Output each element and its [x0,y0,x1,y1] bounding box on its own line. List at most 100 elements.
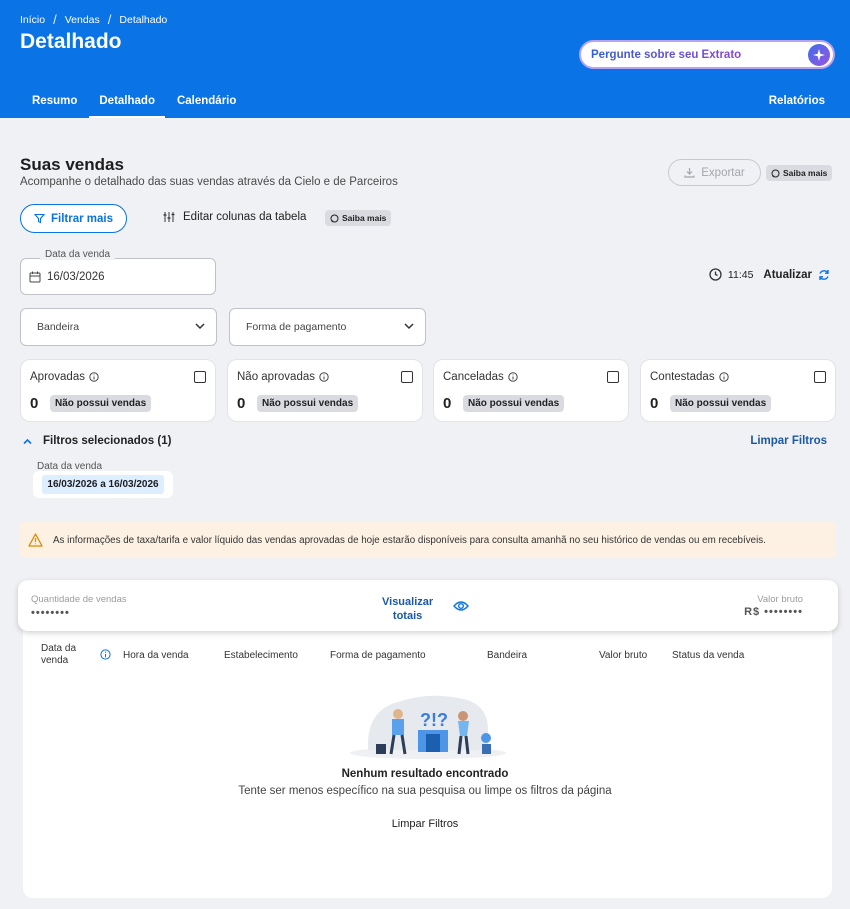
info-icon[interactable] [508,372,518,382]
refresh-button[interactable]: Atualizar [763,269,812,281]
clock-icon [709,268,722,281]
visualize-line: totais [392,610,423,622]
chat-icon [771,169,780,177]
edit-columns-label: Editar colunas da tabela [183,211,307,223]
sparkle-icon[interactable] [808,44,830,66]
forma-pagamento-select[interactable]: Forma de pagamento [229,308,426,346]
export-label: Exportar [701,166,745,179]
breadcrumb-separator: / [107,12,112,27]
selected-filter-value: 16/03/2026 a 16/03/2026 [42,475,164,494]
date-field-label: Data da venda [40,249,116,260]
date-value: 16/03/2026 [47,270,105,283]
column-header[interactable]: Status da venda [672,650,744,661]
gross-label: Valor bruto [757,594,803,605]
breadcrumb-separator: / [53,12,57,27]
tab-detalhado[interactable]: Detalhado [89,86,165,118]
page-title: Detalhado [20,30,122,53]
last-update-time: 11:45 [727,268,754,281]
status-card-title: Aprovadas [30,371,85,383]
info-icon[interactable] [89,372,99,382]
clear-filters-link[interactable]: Limpar Filtros [750,435,827,447]
status-checkbox[interactable] [194,371,206,383]
status-note: Não possui vendas [257,395,359,412]
visualize-totals-button[interactable]: Visualizar totais [382,595,433,623]
saiba-mais-chip[interactable]: Saiba mais [766,165,833,181]
saiba-mais-chip[interactable]: Saiba mais [325,210,392,226]
totals-bar: Quantidade de vendas •••••••• Visualizar… [18,580,838,631]
column-header[interactable]: Forma de pagamento [330,650,426,661]
download-icon [684,168,695,178]
tab-resumo[interactable]: Resumo [22,86,87,118]
edit-columns-button[interactable]: Editar colunas da tabela [163,211,306,223]
selected-filter-chip[interactable]: 16/03/2026 a 16/03/2026 [33,471,173,498]
status-count: 0 [443,395,452,412]
page-header: Início / Vendas / Detalhado Detalhado Pe… [0,0,850,118]
status-card-contestadas: Contestadas 0 Não possui vendas [640,359,836,422]
tab-relatorios[interactable]: Relatórios [769,95,825,107]
chevron-down-icon [195,323,205,330]
status-card-title: Canceladas [443,371,504,383]
status-card-canceladas: Canceladas 0 Não possui vendas [433,359,629,422]
saiba-mais-label: Saiba mais [342,213,387,223]
section-title: Suas vendas [20,155,124,174]
empty-state-clear-button[interactable]: Limpar Filtros [0,818,850,830]
filter-more-button[interactable]: Filtrar mais [20,204,127,233]
section-subtitle: Acompanhe o detalhado das suas vendas at… [20,176,398,188]
tab-calendario[interactable]: Calendário [167,86,246,118]
warning-banner: As informações de taxa/tarifa e valor lí… [20,522,836,558]
column-header[interactable]: Hora da venda [123,650,189,661]
chevron-up-icon [23,438,32,444]
tabs: Resumo Detalhado Calendário [22,86,248,118]
qty-label: Quantidade de vendas [31,594,127,605]
column-header[interactable]: Valor bruto [599,650,647,661]
status-count: 0 [650,395,659,412]
calendar-icon [29,271,41,282]
status-card-title: Não aprovadas [237,371,315,383]
status-checkbox[interactable] [401,371,413,383]
filter-icon [34,213,45,224]
status-card-nao-aprovadas: Não aprovadas 0 Não possui vendas [227,359,423,422]
warning-icon [28,533,43,547]
empty-state-subtitle: Tente ser menos específico na sua pesqui… [238,785,612,797]
export-button[interactable]: Exportar [668,159,761,186]
empty-state-illustration: ?!? [350,695,506,759]
selected-filters-toggle[interactable]: Filtros selecionados (1) [22,435,171,447]
info-icon[interactable] [319,372,329,382]
chevron-down-icon [404,323,414,330]
status-checkbox[interactable] [814,371,826,383]
column-header[interactable]: Data da venda [41,643,86,667]
refresh-icon[interactable] [818,269,830,281]
visualize-line: Visualizar [382,596,434,608]
date-field[interactable]: 16/03/2026 [20,258,216,295]
warning-text: As informações de taxa/tarifa e valor lí… [53,534,766,546]
breadcrumb-inicio[interactable]: Início [20,14,45,26]
filter-more-label: Filtrar mais [51,212,113,225]
info-icon[interactable] [718,372,729,382]
svg-text:?!?: ?!? [420,710,448,730]
ask-extrato-placeholder: Pergunte sobre seu Extrato [591,48,742,61]
refresh-area: 11:45 Atualizar [709,268,830,281]
column-header[interactable]: Bandeira [487,650,527,661]
bandeira-select[interactable]: Bandeira [20,308,217,346]
status-card-aprovadas: Aprovadas 0 Não possui vendas [20,359,216,422]
bandeira-select-value: Bandeira [37,321,80,333]
column-header[interactable]: Estabelecimento [224,650,298,661]
status-card-title: Contestadas [650,371,715,383]
columns-settings-icon [163,212,175,222]
saiba-mais-label: Saiba mais [783,168,828,178]
status-note: Não possui vendas [463,395,565,412]
eye-icon[interactable] [453,600,469,612]
breadcrumb-vendas[interactable]: Vendas [65,14,100,26]
status-count: 0 [30,395,39,412]
empty-state-title: Nenhum resultado encontrado [341,768,509,780]
forma-pagamento-select-value: Forma de pagamento [246,321,347,333]
status-checkbox[interactable] [607,371,619,383]
status-note: Não possui vendas [50,395,152,412]
gross-value: R$ •••••••• [744,606,803,618]
selected-filters-title: Filtros selecionados (1) [43,435,172,447]
status-count: 0 [237,395,246,412]
ask-extrato-input[interactable]: Pergunte sobre seu Extrato [579,40,835,69]
qty-value: •••••••• [31,607,70,619]
status-note: Não possui vendas [670,395,772,412]
info-icon[interactable] [100,649,111,660]
